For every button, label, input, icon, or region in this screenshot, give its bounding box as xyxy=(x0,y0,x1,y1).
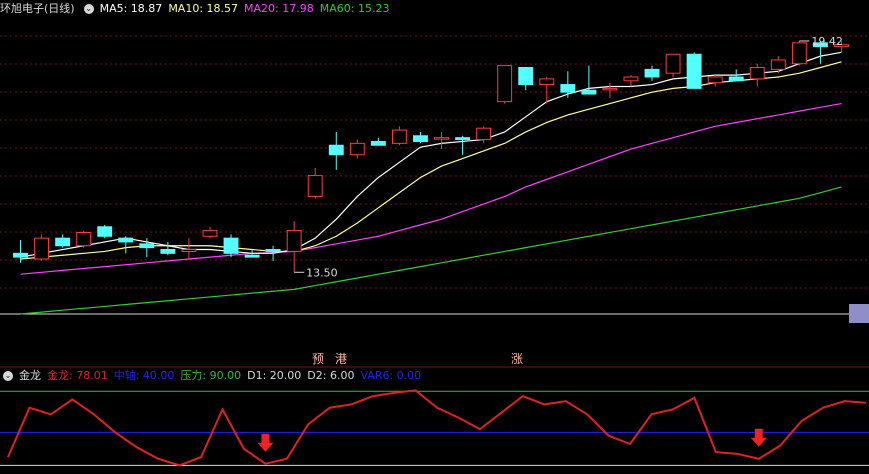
candle-body-2 xyxy=(55,237,71,247)
candle-body-21 xyxy=(455,137,471,141)
candle-body-11 xyxy=(244,254,260,258)
scrollbar-thumb xyxy=(849,304,869,323)
candle-body-31 xyxy=(665,53,681,74)
candle-body-22 xyxy=(476,127,492,141)
signal-label-1: 港 xyxy=(335,352,347,366)
candle-body-4 xyxy=(97,226,113,237)
candle-body-18 xyxy=(391,129,407,144)
candle-body-9 xyxy=(202,230,218,237)
candle-body-33 xyxy=(707,76,723,84)
ma20-line xyxy=(20,102,842,275)
ma60-line xyxy=(20,186,842,315)
candle-body-23 xyxy=(497,65,513,103)
candle-body-15 xyxy=(328,144,344,156)
low-price-label: 13.50 xyxy=(306,266,338,279)
high-price-label: 19.42 xyxy=(811,35,843,48)
signal-label-0: 预 xyxy=(312,352,324,366)
candle-body-34 xyxy=(728,76,744,82)
candle-body-14 xyxy=(307,175,323,197)
candle-body-37 xyxy=(791,42,807,65)
candle-body-28 xyxy=(602,87,618,91)
candle-body-5 xyxy=(118,237,134,243)
candle-body-36 xyxy=(770,59,786,70)
candle-body-10 xyxy=(223,237,239,254)
candle-body-25 xyxy=(539,78,555,86)
candle-body-26 xyxy=(560,84,576,93)
candle-body-12 xyxy=(265,249,281,252)
candle-body-1 xyxy=(34,237,50,260)
candle-body-20 xyxy=(434,137,449,140)
candle-body-8 xyxy=(181,249,197,252)
candle-body-35 xyxy=(749,67,765,80)
candle-body-17 xyxy=(370,140,386,146)
candle-body-0 xyxy=(13,252,28,258)
ma10-line xyxy=(20,61,842,260)
buy-arrow-icon-0 xyxy=(257,433,274,452)
candle-body-6 xyxy=(139,243,155,249)
buy-arrow-icon-1 xyxy=(750,428,767,447)
stock-chart[interactable]: 19.42 13.50 预港 涨 xyxy=(0,0,869,474)
candle-body-24 xyxy=(518,67,534,86)
candle-body-29 xyxy=(623,76,639,82)
candle-body-19 xyxy=(413,135,428,142)
candle-body-3 xyxy=(76,231,92,247)
candle-body-27 xyxy=(581,89,597,95)
candle-body-16 xyxy=(349,142,365,156)
candle-body-32 xyxy=(686,53,702,89)
jinlong-line xyxy=(7,389,867,467)
candle-body-13 xyxy=(286,230,302,252)
signal-label-2: 涨 xyxy=(511,351,523,366)
candle-body-7 xyxy=(160,249,176,254)
candle-body-30 xyxy=(644,68,660,78)
